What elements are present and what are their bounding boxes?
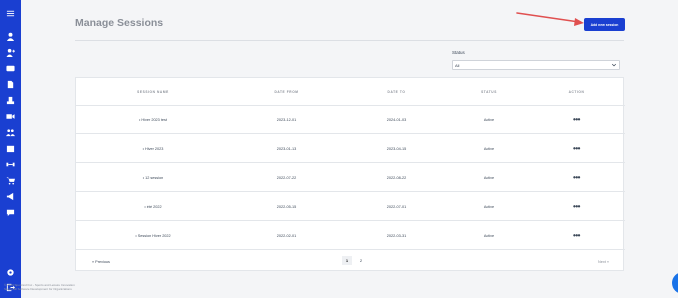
footer-copyright: © 2023 Sportnroll Inc - Sports and Leisu… [4,283,144,291]
user-plus-icon[interactable] [5,47,16,58]
column-header-date-from: DATE FROM [274,89,299,94]
more-actions-icon[interactable]: ••• [573,115,580,124]
status-filter-value: All [455,62,460,68]
column-header-action: ACTION [568,89,585,94]
column-header-date-to: DATE TO [387,89,406,94]
status-cell: Active [483,117,495,122]
column-header-status: STATUS [481,89,497,94]
session-name: Session Hiver 2022 [137,233,171,238]
document-icon[interactable] [5,79,16,90]
table-header-row: SESSION NAME DATE FROM DATE TO STATUS AC… [76,78,625,106]
session-name: Hiver 2023 [145,146,164,151]
session-name-cell: • Hiver 2023 test [139,117,167,122]
action-cell: ••• [528,135,625,162]
add-session-button[interactable]: Add new session [584,18,625,31]
status-filter-select[interactable]: All [452,60,620,70]
user-icon[interactable] [5,31,16,42]
credit-card-icon[interactable] [5,63,16,74]
chat-launcher-button[interactable] [672,272,678,294]
session-name-cell: • Session Hiver 2022 [135,233,171,238]
session-name: 12 session [145,175,164,180]
date-from-cell: 2022-07-22 [276,175,297,180]
calendar-icon[interactable] [5,143,16,154]
date-to-cell: 2024-01-03 [386,117,407,122]
chevron-down-icon [611,63,617,67]
status-cell: Active [483,233,495,238]
main-content: Manage Sessions Add new session Status A… [21,0,678,298]
more-actions-icon[interactable]: ••• [573,231,580,240]
action-cell: ••• [528,164,625,191]
session-name-cell: • été 2022 [144,204,162,209]
date-from-cell: 2022-02-01 [276,233,297,238]
pagination: « Previous 1 2 Next » [76,252,625,272]
date-from-cell: 2023-12-01 [276,117,297,122]
table-row: • 12 session 2022-07-22 2022-08-22 Activ… [76,164,625,192]
table-row: • Hiver 2023 2023-01-13 2023-04-15 Activ… [76,135,625,163]
session-name: Hiver 2023 test [141,117,167,122]
menu-icon[interactable] [5,8,16,19]
table-row: • Session Hiver 2022 2022-02-01 2022-03-… [76,222,625,250]
hand-icon[interactable] [5,95,16,106]
video-icon[interactable] [5,111,16,122]
megaphone-icon[interactable] [5,191,16,202]
column-header-session-name: SESSION NAME [137,89,169,94]
date-from-cell: 2023-01-13 [276,146,297,151]
footer-line-2: Sportnroll Software Development for Orga… [4,287,72,291]
more-actions-icon[interactable]: ••• [573,202,580,211]
table-row: • été 2022 2022-05-15 2022-07-01 Active … [76,193,625,221]
session-name-cell: • 12 session [142,175,164,180]
action-cell: ••• [528,106,625,133]
red-arrow-annotation [516,12,584,26]
status-cell: Active [483,204,495,209]
settings-icon[interactable] [5,267,16,278]
status-cell: Active [483,146,495,151]
page-2-button[interactable]: 2 [356,256,366,265]
group-icon[interactable] [5,127,16,138]
status-filter-label: Status [452,50,465,55]
action-cell: ••• [528,222,625,249]
previous-page-link[interactable]: « Previous [92,252,110,272]
sidebar [0,0,21,298]
title-divider [75,40,624,41]
chat-bubble-icon[interactable] [5,207,16,218]
date-to-cell: 2022-08-22 [386,175,407,180]
page-1-button[interactable]: 1 [342,256,352,265]
sessions-table: SESSION NAME DATE FROM DATE TO STATUS AC… [75,77,625,272]
date-from-cell: 2022-05-15 [276,204,297,209]
table-row: • Hiver 2023 test 2023-12-01 2024-01-03 … [76,106,625,134]
session-name-cell: • Hiver 2023 [142,146,164,151]
more-actions-icon[interactable]: ••• [573,144,580,153]
session-name: été 2022 [146,204,162,209]
page-title: Manage Sessions [75,17,164,29]
dumbbell-icon[interactable] [5,159,16,170]
next-page-link[interactable]: Next » [598,252,609,272]
date-to-cell: 2023-04-15 [386,146,407,151]
action-cell: ••• [528,193,625,220]
date-to-cell: 2022-03-31 [386,233,407,238]
status-cell: Active [483,175,495,180]
cart-icon[interactable] [5,175,16,186]
more-actions-icon[interactable]: ••• [573,173,580,182]
date-to-cell: 2022-07-01 [386,204,407,209]
